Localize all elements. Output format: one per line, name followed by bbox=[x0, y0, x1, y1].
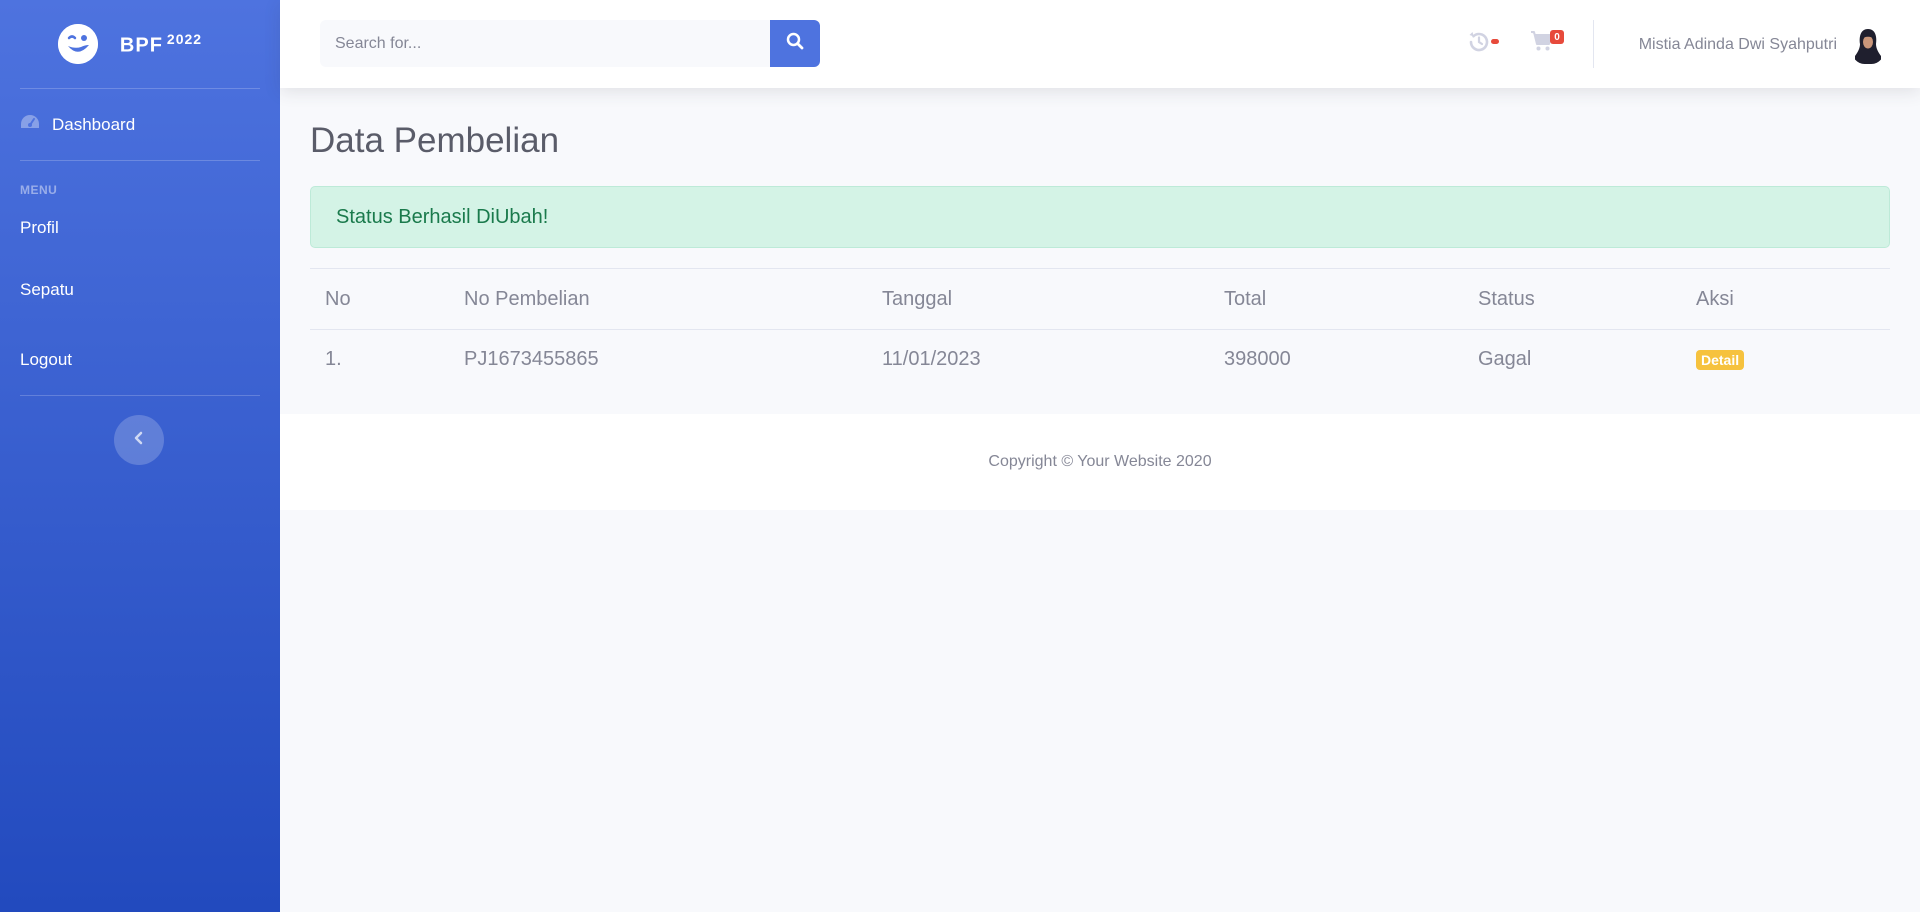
sidebar-item-label: Profil bbox=[20, 218, 59, 237]
brand-year: 2022 bbox=[166, 30, 203, 47]
cell-status: Gagal bbox=[1478, 348, 1532, 371]
column-header-total: Total bbox=[1209, 268, 1463, 330]
main-content: Data Pembelian Status Berhasil DiUbah! N… bbox=[310, 88, 1890, 390]
brand[interactable]: BPF 2022 bbox=[0, 0, 280, 88]
sidebar-item-label: Dashboard bbox=[52, 114, 136, 134]
cell-tanggal: 11/01/2023 bbox=[882, 348, 981, 371]
column-header-tanggal: Tanggal bbox=[867, 268, 1209, 330]
cell-no-pembelian: PJ1673455865 bbox=[464, 348, 599, 371]
search-button[interactable] bbox=[770, 20, 820, 67]
sidebar-item-label: Sepatu bbox=[20, 280, 74, 299]
history-button[interactable] bbox=[1467, 30, 1499, 58]
history-icon bbox=[1467, 32, 1491, 58]
success-alert: Status Berhasil DiUbah! bbox=[310, 186, 1890, 248]
sidebar-heading: MENU bbox=[20, 183, 58, 197]
sidebar-item-dashboard[interactable]: Dashboard bbox=[0, 89, 280, 160]
sidebar-item-label: Logout bbox=[20, 350, 72, 369]
tachometer-icon bbox=[20, 114, 40, 135]
avatar bbox=[1851, 26, 1885, 64]
alert-message: Status Berhasil DiUbah! bbox=[336, 205, 549, 228]
topbar: 0 Mistia Adinda Dwi Syahputri bbox=[280, 0, 1920, 88]
page-title: Data Pembelian bbox=[310, 121, 560, 160]
purchase-table: No No Pembelian Tanggal Total Status Aks… bbox=[310, 268, 1890, 390]
user-name: Mistia Adinda Dwi Syahputri bbox=[1638, 36, 1837, 53]
cell-total: 398000 bbox=[1224, 348, 1291, 371]
sidebar-item-sepatu[interactable]: Sepatu bbox=[0, 255, 280, 325]
table-row: 1. PJ1673455865 11/01/2023 398000 Gagal … bbox=[310, 330, 1890, 390]
cell-aksi: Detail bbox=[1681, 330, 1890, 390]
detail-button[interactable]: Detail bbox=[1696, 350, 1745, 371]
sidebar-item-logout[interactable]: Logout bbox=[0, 325, 280, 395]
wink-face-icon bbox=[57, 24, 98, 64]
search-icon bbox=[786, 32, 804, 55]
column-header-status: Status bbox=[1463, 268, 1681, 330]
copyright-text: Copyright © Your Website 2020 bbox=[988, 453, 1212, 470]
topbar-divider bbox=[1593, 20, 1594, 68]
cart-count-badge: 0 bbox=[1550, 30, 1564, 44]
user-menu[interactable]: Mistia Adinda Dwi Syahputri bbox=[1639, 26, 1885, 64]
search-input[interactable] bbox=[320, 20, 770, 67]
chevron-left-icon bbox=[133, 431, 145, 450]
cell-no: 1. bbox=[325, 348, 342, 371]
table-header-row: No No Pembelian Tanggal Total Status Aks… bbox=[310, 268, 1890, 330]
brand-name: BPF 2022 bbox=[119, 30, 203, 57]
column-header-no: No bbox=[310, 268, 449, 330]
column-header-no-pembelian: No Pembelian bbox=[449, 268, 867, 330]
sidebar: BPF 2022 Dashboard MENU Profil Sepatu Log… bbox=[0, 0, 280, 912]
sidebar-toggle-button[interactable] bbox=[114, 415, 164, 465]
cart-button[interactable]: 0 bbox=[1530, 30, 1566, 56]
column-header-aksi: Aksi bbox=[1681, 268, 1890, 330]
sidebar-item-profil[interactable]: Profil bbox=[0, 201, 280, 255]
history-indicator bbox=[1491, 39, 1499, 44]
footer: Copyright © Your Website 2020 bbox=[280, 414, 1920, 510]
search-form bbox=[320, 20, 820, 67]
